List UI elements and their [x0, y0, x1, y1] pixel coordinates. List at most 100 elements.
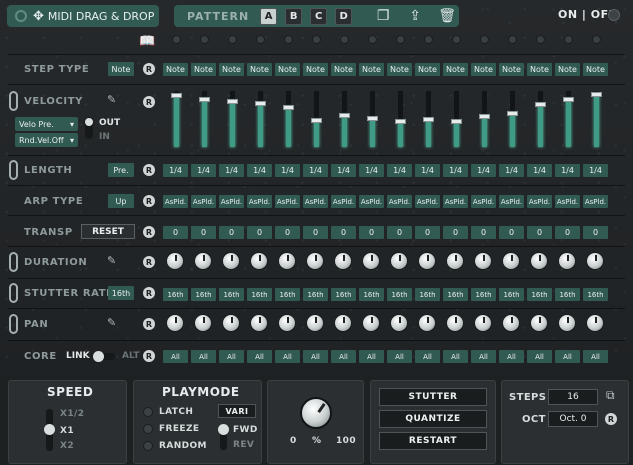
copy-icon[interactable]: ❐	[374, 8, 392, 24]
stutter-rate-step[interactable]: 16th	[331, 288, 356, 301]
stutter-rate-step[interactable]: 16th	[583, 288, 608, 301]
duration-knob[interactable]	[194, 252, 212, 270]
arp-type-step[interactable]: AsPld.	[331, 195, 356, 208]
transp-step[interactable]: 0	[527, 226, 552, 239]
pan-knob[interactable]	[362, 314, 380, 332]
pan-knob[interactable]	[418, 314, 436, 332]
velocity-slider[interactable]	[255, 91, 266, 147]
arp-type-step[interactable]: AsPld.	[387, 195, 412, 208]
pencil-icon[interactable]: ✎	[107, 316, 116, 329]
stutter-rate-step[interactable]: 16th	[219, 288, 244, 301]
stutter-rate-master[interactable]: 16th	[108, 286, 134, 300]
pattern-b-button[interactable]: B	[285, 7, 303, 25]
slider-thumb[interactable]	[171, 93, 182, 99]
transp-step[interactable]: 0	[499, 226, 524, 239]
arp-type-step[interactable]: AsPld.	[555, 195, 580, 208]
pan-knob[interactable]	[278, 314, 296, 332]
speed-option-x1[interactable]: X1	[60, 426, 74, 436]
pan-knob[interactable]	[474, 314, 492, 332]
arp-type-step[interactable]: AsPld.	[219, 195, 244, 208]
velocity-slider[interactable]	[367, 91, 378, 147]
pan-knob[interactable]	[166, 314, 184, 332]
step-type-step[interactable]: Note	[527, 63, 552, 76]
arp-type-step[interactable]: AsPld.	[471, 195, 496, 208]
velocity-slider[interactable]	[283, 91, 294, 147]
duration-knob[interactable]	[474, 252, 492, 270]
step-type-master[interactable]: Note	[108, 62, 134, 76]
step-type-step[interactable]: Note	[443, 63, 468, 76]
slider-thumb[interactable]	[479, 113, 490, 119]
core-step[interactable]: All	[527, 350, 552, 363]
velocity-slider[interactable]	[171, 91, 182, 147]
chain-link-icon[interactable]	[9, 91, 18, 111]
transp-step[interactable]: 0	[443, 226, 468, 239]
stutter-rate-step[interactable]: 16th	[191, 288, 216, 301]
velocity-slider[interactable]	[451, 91, 462, 147]
arp-type-step[interactable]: AsPld.	[303, 195, 328, 208]
stutter-rate-step[interactable]: 16th	[471, 288, 496, 301]
length-step[interactable]: 1/4	[555, 164, 580, 177]
stutter-button[interactable]: STUTTER	[379, 388, 487, 406]
speed-option-half[interactable]: X1/2	[60, 409, 84, 419]
stutter-rate-step[interactable]: 16th	[163, 288, 188, 301]
transp-step[interactable]: 0	[387, 226, 412, 239]
transp-step[interactable]: 0	[275, 226, 300, 239]
duration-knob[interactable]	[558, 252, 576, 270]
stutter-rate-step[interactable]: 16th	[303, 288, 328, 301]
chain-link-icon[interactable]	[9, 314, 18, 334]
transp-step[interactable]: 0	[247, 226, 272, 239]
freeze-radio[interactable]	[143, 424, 153, 434]
core-step[interactable]: All	[247, 350, 272, 363]
velocity-slider[interactable]	[479, 91, 490, 147]
velocity-slider[interactable]	[507, 91, 518, 147]
pattern-a-button[interactable]: A	[260, 7, 278, 25]
pencil-icon[interactable]: ✎	[107, 93, 116, 106]
pan-knob[interactable]	[194, 314, 212, 332]
slider-thumb[interactable]	[395, 119, 406, 125]
transp-step[interactable]: 0	[471, 226, 496, 239]
transp-step[interactable]: 0	[415, 226, 440, 239]
core-step[interactable]: All	[359, 350, 384, 363]
slider-thumb[interactable]	[227, 99, 238, 105]
step-type-step[interactable]: Note	[331, 63, 356, 76]
length-step[interactable]: 1/4	[471, 164, 496, 177]
slider-thumb[interactable]	[255, 101, 266, 107]
velocity-slider[interactable]	[339, 91, 350, 147]
core-step[interactable]: All	[583, 350, 608, 363]
length-step[interactable]: 1/4	[415, 164, 440, 177]
chain-link-icon[interactable]	[9, 252, 18, 272]
duration-knob[interactable]	[250, 252, 268, 270]
arp-type-step[interactable]: AsPld.	[191, 195, 216, 208]
stutter-rate-reset[interactable]: R	[143, 287, 155, 299]
length-step[interactable]: 1/4	[331, 164, 356, 177]
core-step[interactable]: All	[275, 350, 300, 363]
stutter-rate-step[interactable]: 16th	[443, 288, 468, 301]
arp-type-step[interactable]: AsPld.	[499, 195, 524, 208]
random-radio[interactable]	[143, 441, 153, 451]
slider-thumb[interactable]	[451, 119, 462, 125]
step-type-step[interactable]: Note	[387, 63, 412, 76]
pattern-c-button[interactable]: C	[310, 7, 328, 25]
arp-type-master[interactable]: Up	[108, 194, 134, 208]
slider-thumb[interactable]	[535, 102, 546, 108]
step-type-step[interactable]: Note	[583, 63, 608, 76]
transp-step[interactable]: 0	[359, 226, 384, 239]
fwd-label[interactable]: FWD	[233, 425, 258, 435]
length-reset[interactable]: R	[143, 164, 155, 176]
pan-knob[interactable]	[390, 314, 408, 332]
pan-knob[interactable]	[222, 314, 240, 332]
duration-knob[interactable]	[390, 252, 408, 270]
speed-slider[interactable]	[44, 409, 55, 451]
transp-reset[interactable]: R	[143, 226, 155, 238]
duration-knob[interactable]	[306, 252, 324, 270]
step-type-step[interactable]: Note	[303, 63, 328, 76]
core-step[interactable]: All	[191, 350, 216, 363]
latch-radio[interactable]	[143, 407, 153, 417]
length-step[interactable]: 1/4	[443, 164, 468, 177]
step-type-step[interactable]: Note	[415, 63, 440, 76]
random-velocity-select[interactable]: Rnd.Vel.Off ▾	[15, 133, 78, 147]
arp-type-step[interactable]: AsPld.	[443, 195, 468, 208]
core-step[interactable]: All	[303, 350, 328, 363]
core-reset[interactable]: R	[143, 350, 155, 362]
out-in-toggle[interactable]	[84, 117, 95, 139]
